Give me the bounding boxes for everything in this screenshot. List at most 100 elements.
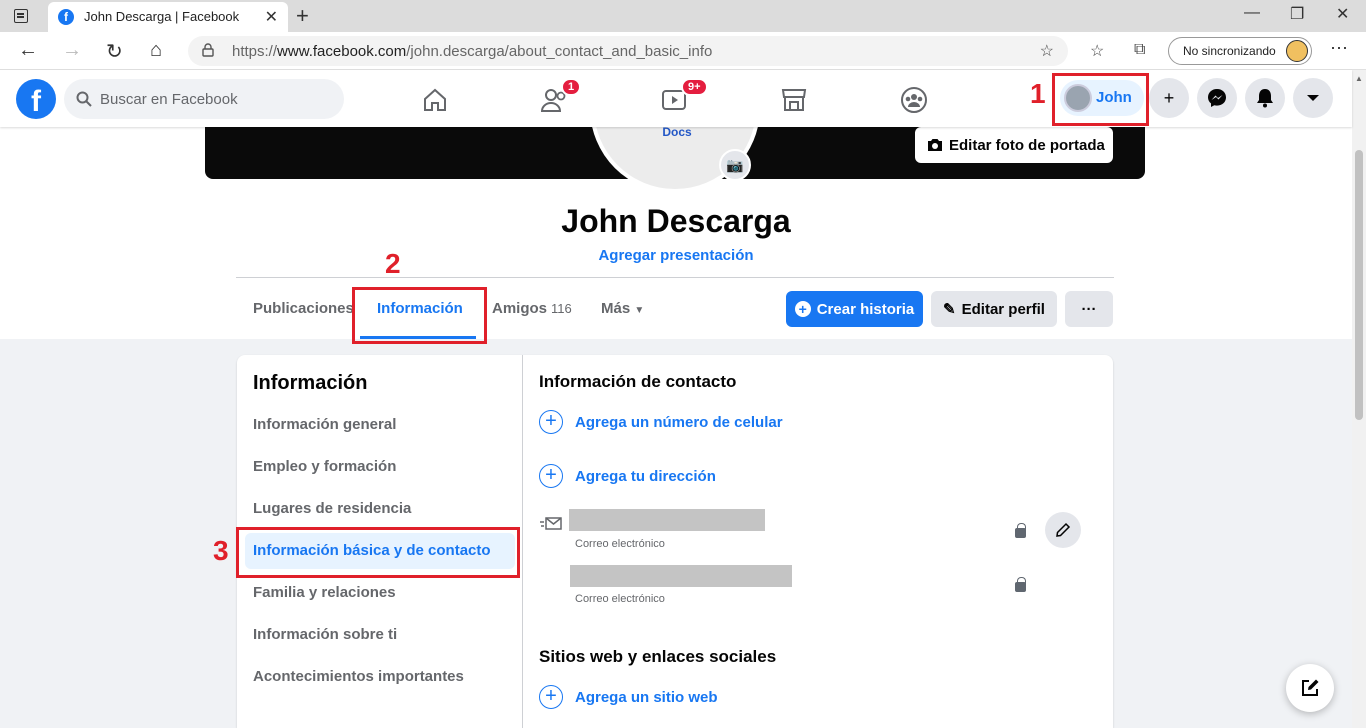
marketplace-tab[interactable] [764,80,824,120]
add-phone-label: Agrega un número de celular [575,413,783,431]
watch-tab[interactable]: 9+ [645,78,708,120]
tab-title: John Descarga | Facebook [84,9,240,24]
search-input[interactable] [100,79,330,119]
url-prefix: https:// [232,43,278,60]
scroll-up-icon[interactable]: ▲ [1355,74,1363,83]
edit-profile-button[interactable]: ✎ Editar perfil [931,291,1057,327]
browser-tab[interactable]: f John Descarga | Facebook ✕ [48,2,288,32]
edit-email-button[interactable] [1045,512,1081,548]
profile-header: Google Docs 📷 Editar foto de portada Joh… [0,87,1352,339]
url-text: https://www.facebook.com/john.descarga/a… [232,43,712,60]
create-story-button[interactable]: + Crear historia [786,291,923,327]
create-story-label: Crear historia [816,300,915,318]
contact-info-title: Información de contacto [539,372,737,391]
annotation-box-1 [1052,73,1149,126]
search-icon [76,91,92,107]
plus-circle-icon: + [539,685,563,709]
new-tab-icon[interactable]: + [296,3,309,29]
create-button[interactable]: + [1149,78,1189,118]
email-sublabel-1: Correo electrónico [575,538,665,550]
about-title: Información [253,372,368,394]
sidebar-item-life-events[interactable]: Acontecimientos importantes [245,659,515,695]
lock-icon [202,43,214,57]
account-menu-button[interactable] [1293,78,1333,118]
camera-icon [928,139,942,151]
redacted-email-1 [569,509,765,531]
back-icon[interactable]: ← [18,39,38,62]
sidebar-item-places[interactable]: Lugares de residencia [245,491,515,527]
divider [236,277,1114,278]
friends-count: 116 [551,301,572,316]
annotation-box-2 [352,287,487,344]
messenger-icon [1208,89,1226,107]
forward-icon[interactable]: → [62,39,82,62]
tab-amigos-label: Amigos [492,300,548,317]
refresh-icon[interactable]: ↻ [106,39,123,64]
edit-cover-photo-button[interactable]: Editar foto de portada [915,127,1113,163]
annotation-number-2: 2 [385,248,401,279]
collections-icon[interactable]: ⧉ [1134,41,1145,59]
sync-button[interactable]: No sincronizando [1168,37,1312,65]
tab-mas[interactable]: Más ▼ [601,300,644,317]
page-scrollbar[interactable]: ▲ [1352,70,1366,728]
more-options-button[interactable]: ··· [1065,291,1113,327]
sidebar-item-work-education[interactable]: Empleo y formación [245,449,515,485]
privacy-lock-icon[interactable] [1015,523,1026,538]
notifications-button[interactable] [1245,78,1285,118]
tab-mas-label: Más [601,300,631,317]
sync-label: No sincronizando [1183,44,1276,58]
minimize-icon[interactable]: — [1244,4,1260,22]
home-tab[interactable] [405,80,465,120]
add-address-label: Agrega tu dirección [575,467,716,485]
add-bio-link[interactable]: Agregar presentación [0,247,1352,264]
restore-icon[interactable]: ❐ [1290,4,1304,24]
profile-name: John Descarga [561,203,791,239]
scrollbar-thumb[interactable] [1355,150,1363,420]
facebook-favicon-icon: f [58,9,74,25]
add-website-link[interactable]: + Agrega un sitio web [539,685,718,709]
plus-circle-icon: + [539,410,563,434]
sidebar-item-family[interactable]: Familia y relaciones [245,575,515,611]
messenger-button[interactable] [1197,78,1237,118]
privacy-lock-icon[interactable] [1015,577,1026,592]
favorites-icon[interactable]: ☆ [1090,41,1104,61]
tab-publicaciones[interactable]: Publicaciones [253,300,354,317]
sidebar-item-overview[interactable]: Información general [245,407,515,443]
annotation-box-3 [236,527,520,578]
caret-down-icon: ▼ [634,305,645,316]
address-bar[interactable]: https://www.facebook.com/john.descarga/a… [188,36,1068,66]
add-favorite-icon[interactable]: ☆ [1040,41,1054,61]
plus-icon: + [1163,87,1175,108]
browser-toolbar: ← → ↻ ⌂ https://www.facebook.com/john.de… [0,32,1366,70]
redacted-email-2 [570,565,792,587]
edit-cover-label: Editar foto de portada [949,136,1105,154]
pencil-icon: ✎ [943,301,956,318]
home-icon[interactable]: ⌂ [150,39,162,62]
search-box[interactable] [64,79,344,119]
watch-badge: 9+ [681,78,708,96]
facebook-logo-icon[interactable]: f [16,79,56,119]
plus-circle-icon: + [539,464,563,488]
close-tab-icon[interactable]: ✕ [265,7,278,27]
new-message-button[interactable] [1286,664,1334,712]
tab-actions-icon[interactable] [14,9,28,23]
camera-icon: 📷 [726,156,744,173]
add-bio-link-label: Agregar presentación [598,247,754,264]
url-domain: www.facebook.com [277,43,407,60]
tab-amigos[interactable]: Amigos 116 [492,300,572,317]
pencil-icon [1056,522,1071,537]
update-profile-picture-button[interactable]: 📷 [719,149,751,181]
caret-down-icon [1307,95,1319,101]
add-address-link[interactable]: + Agrega tu dirección [539,464,716,488]
add-phone-link[interactable]: + Agrega un número de celular [539,410,783,434]
add-website-label: Agrega un sitio web [575,688,718,706]
friends-tab[interactable]: 1 [525,78,585,120]
groups-tab[interactable] [884,80,944,120]
browser-menu-icon[interactable]: ⋯ [1330,38,1348,59]
email-sublabel-2: Correo electrónico [575,593,665,605]
sidebar-item-details[interactable]: Información sobre ti [245,617,515,653]
mail-icon [540,517,562,530]
edit-profile-label: Editar perfil [961,300,1045,318]
close-window-icon[interactable]: ✕ [1336,4,1349,24]
browser-tab-bar: f John Descarga | Facebook ✕ + — ❐ ✕ [0,0,1366,32]
